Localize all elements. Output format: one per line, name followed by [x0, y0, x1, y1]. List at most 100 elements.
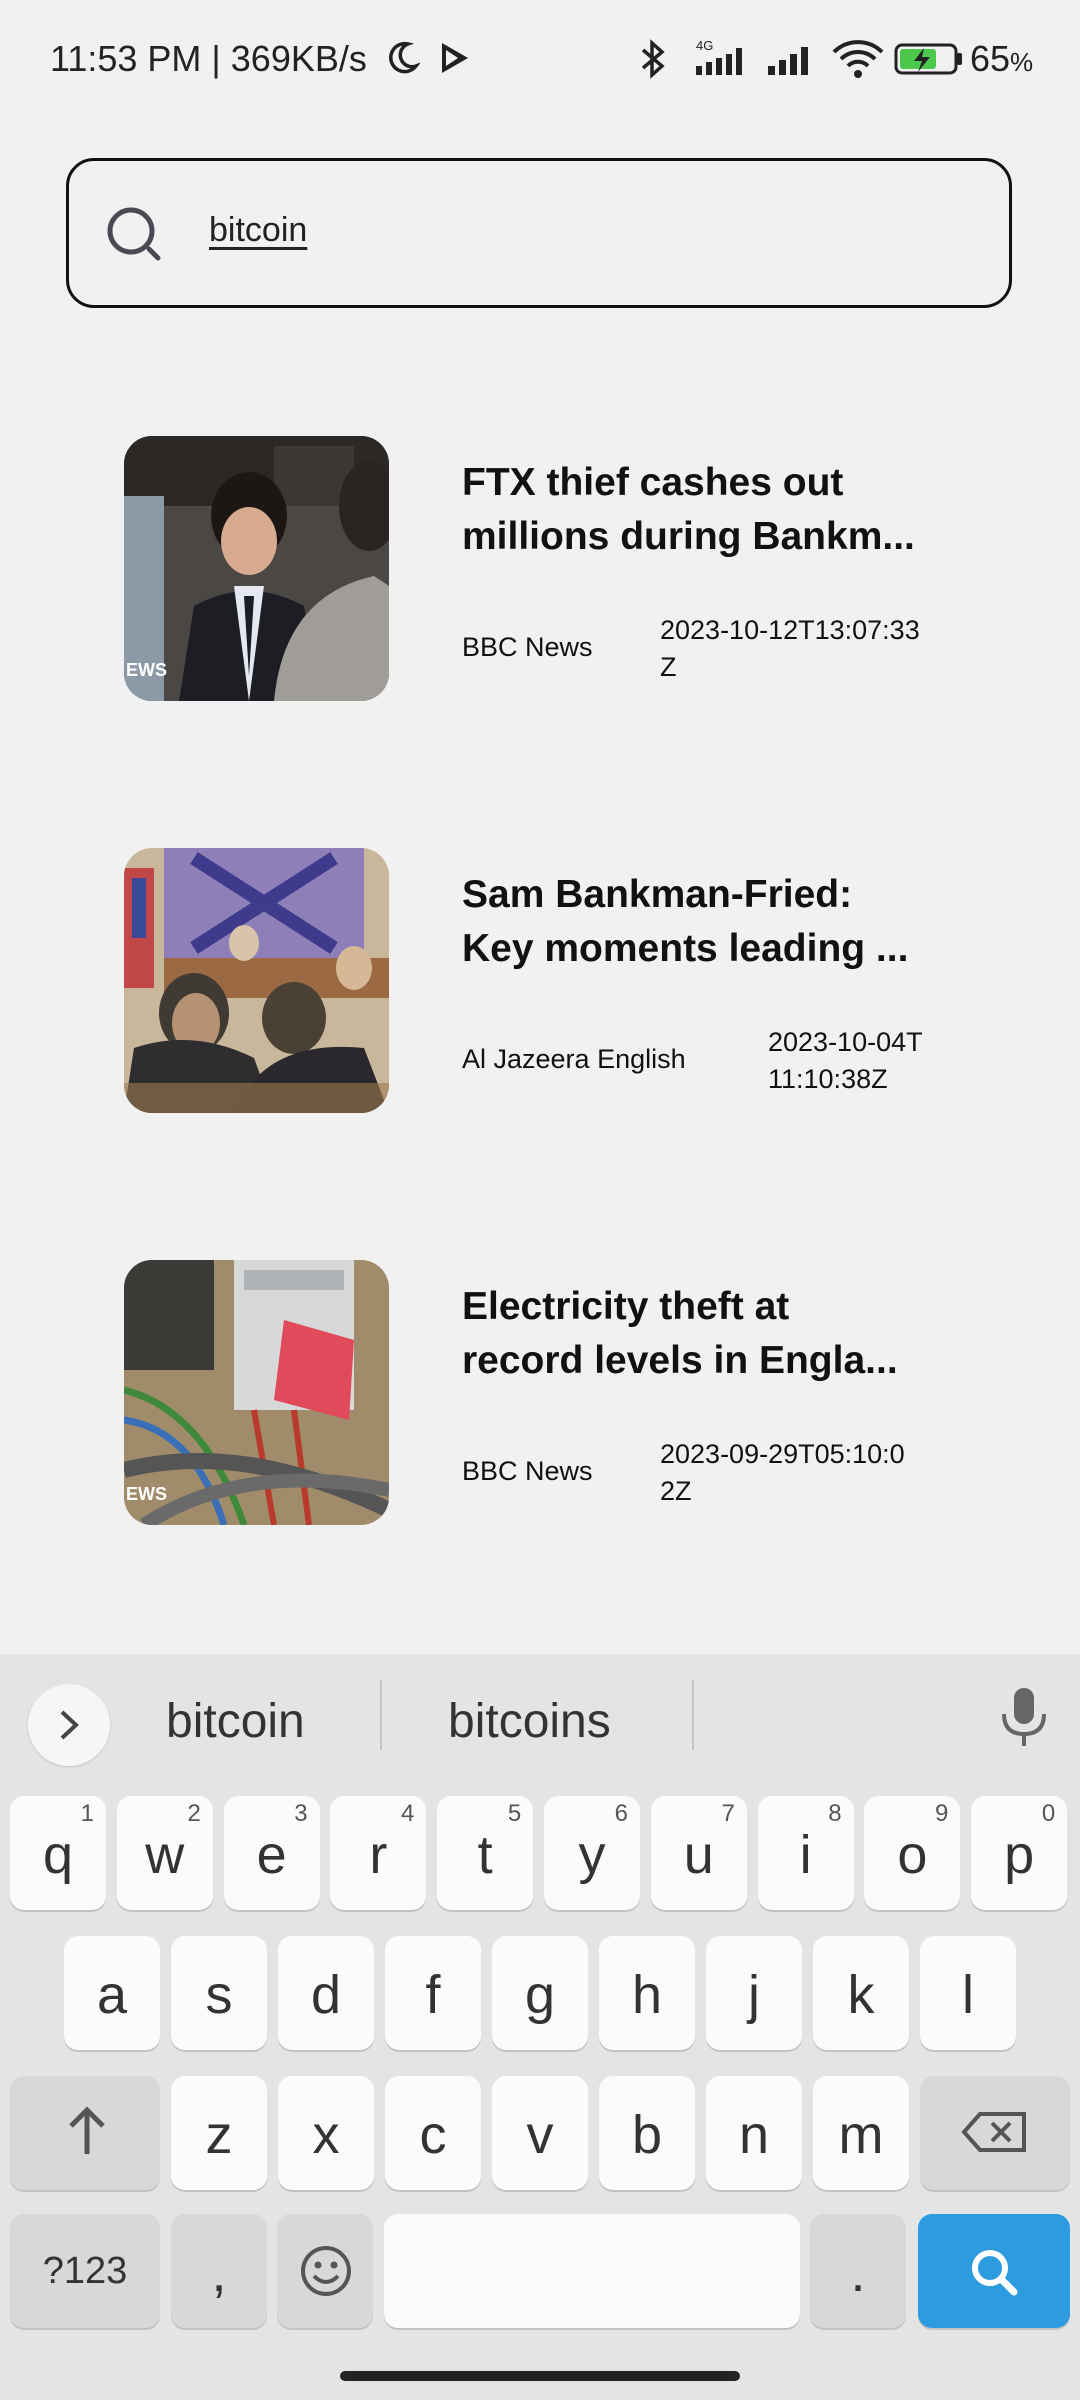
- key-a[interactable]: a: [64, 1936, 160, 2050]
- expand-toolbar-button[interactable]: [28, 1684, 110, 1766]
- key-b-label: b: [631, 2105, 663, 2165]
- article-thumbnail[interactable]: EWS: [124, 436, 389, 701]
- symbols-key[interactable]: ?123: [10, 2214, 160, 2328]
- key-v[interactable]: v: [492, 2076, 588, 2190]
- article-image: EWS: [124, 1260, 389, 1525]
- article-thumbnail[interactable]: [124, 848, 389, 1113]
- key-u[interactable]: u7: [650, 1796, 747, 1910]
- key-p-label: p: [1004, 1825, 1035, 1885]
- emoji-icon: [301, 2246, 351, 2296]
- key-g-label: g: [524, 1965, 556, 2025]
- thumb-watermark: EWS: [126, 1484, 167, 1504]
- key-v-label: v: [526, 2105, 554, 2165]
- shift-icon: [69, 2106, 105, 2154]
- article-title[interactable]: FTX thief cashes out millions during Ban…: [462, 456, 962, 564]
- key-o[interactable]: o9: [864, 1796, 961, 1910]
- article-source: BBC News: [462, 632, 593, 662]
- news-card[interactable]: Sam Bankman-Fried: Key moments leading .…: [124, 848, 964, 1113]
- key-r[interactable]: r4: [330, 1796, 427, 1910]
- key-w-label: w: [145, 1825, 185, 1885]
- article-date: 2023-09-29T05:10:0 2Z: [660, 1439, 905, 1506]
- key-m[interactable]: m: [813, 2076, 909, 2190]
- article-source: BBC News: [462, 1456, 593, 1486]
- key-i-label: i: [799, 1825, 812, 1885]
- article-image: EWS: [124, 436, 389, 701]
- comma-key[interactable]: ,: [171, 2214, 267, 2328]
- key-c-label: c: [419, 2105, 447, 2165]
- key-l-label: l: [962, 1965, 974, 2025]
- key-p-hint: 0: [1041, 1800, 1056, 1827]
- key-x-label: x: [312, 2105, 340, 2165]
- key-z-label: z: [205, 2105, 233, 2165]
- key-j[interactable]: j: [706, 1936, 802, 2050]
- key-k[interactable]: k: [813, 1936, 909, 2050]
- news-card[interactable]: EWS FTX thief cashes out millions during…: [124, 436, 964, 701]
- microphone-icon[interactable]: [996, 1684, 1052, 1748]
- key-q-label: q: [42, 1825, 74, 1885]
- key-e[interactable]: e3: [223, 1796, 320, 1910]
- keyboard: bitcoin bitcoins q1w2e3r4t5y6u7i8o9p0asd…: [0, 1654, 1080, 2400]
- key-t-label: t: [477, 1825, 493, 1885]
- key-w[interactable]: w2: [116, 1796, 213, 1910]
- symbols-key-label: ?123: [42, 2250, 128, 2292]
- space-key[interactable]: [384, 2214, 800, 2328]
- comma-key-label: ,: [211, 2243, 227, 2303]
- battery-percent: 65%: [970, 38, 1034, 79]
- article-date: 2023-10-04T 11:10:38Z: [768, 1027, 923, 1094]
- key-y-label: y: [578, 1825, 606, 1885]
- article-title[interactable]: Electricity theft at record levels in En…: [462, 1280, 962, 1388]
- key-o-label: o: [897, 1825, 928, 1885]
- thumb-watermark: EWS: [126, 660, 167, 680]
- article-source: Al Jazeera English: [462, 1044, 686, 1074]
- search-icon: [972, 2250, 1018, 2296]
- article-date: 2023-10-12T13:07:33 Z: [660, 615, 920, 682]
- key-c[interactable]: c: [385, 2076, 481, 2190]
- battery-icon: [894, 43, 962, 75]
- chevron-right-icon: [60, 1710, 79, 1740]
- key-f[interactable]: f: [385, 1936, 481, 2050]
- suggestion-1[interactable]: bitcoin: [166, 1694, 305, 1749]
- wifi-icon: [832, 40, 884, 78]
- key-r-hint: 4: [401, 1800, 415, 1827]
- key-y[interactable]: y6: [544, 1796, 640, 1910]
- key-t-hint: 5: [507, 1800, 522, 1827]
- search-submit-key[interactable]: [918, 2214, 1070, 2328]
- signal-bars-icon: [768, 47, 808, 75]
- backspace-key[interactable]: [920, 2076, 1070, 2190]
- article-thumbnail[interactable]: EWS: [124, 1260, 389, 1525]
- key-l[interactable]: l: [920, 1936, 1016, 2050]
- emoji-key[interactable]: [277, 2214, 373, 2328]
- key-g[interactable]: g: [492, 1936, 588, 2050]
- key-n[interactable]: n: [706, 2076, 802, 2190]
- key-t[interactable]: t5: [437, 1796, 534, 1910]
- key-p[interactable]: p0: [971, 1796, 1068, 1910]
- status-bar: 11:53 PM | 369KB/s 4G 65%: [0, 0, 1080, 120]
- bluetooth-icon: [641, 39, 665, 79]
- search-bar[interactable]: bitcoin: [66, 158, 1012, 308]
- key-w-hint: 2: [187, 1800, 201, 1827]
- key-m-label: m: [838, 2105, 884, 2165]
- key-d[interactable]: d: [278, 1936, 374, 2050]
- key-a-label: a: [96, 1965, 128, 2025]
- suggestion-2[interactable]: bitcoins: [448, 1694, 611, 1749]
- key-i[interactable]: i8: [757, 1796, 854, 1910]
- shift-key[interactable]: [10, 2076, 160, 2190]
- key-h[interactable]: h: [599, 1936, 695, 2050]
- article-image: [124, 848, 389, 1113]
- news-card[interactable]: EWS Electricity theft at record levels i…: [124, 1260, 964, 1525]
- key-s[interactable]: s: [171, 1936, 267, 2050]
- period-key[interactable]: .: [810, 2214, 906, 2328]
- key-u-hint: 7: [721, 1800, 735, 1827]
- key-b[interactable]: b: [599, 2076, 695, 2190]
- key-z[interactable]: z: [171, 2076, 267, 2190]
- moon-icon: [389, 41, 420, 74]
- key-x[interactable]: x: [278, 2076, 374, 2190]
- home-indicator[interactable]: [340, 2371, 740, 2381]
- key-q[interactable]: q1: [10, 1796, 106, 1910]
- suggestion-divider: [380, 1680, 382, 1750]
- search-input[interactable]: bitcoin: [209, 211, 307, 250]
- article-title[interactable]: Sam Bankman-Fried: Key moments leading .…: [462, 868, 962, 976]
- key-s-label: s: [205, 1965, 233, 2025]
- period-key-label: .: [850, 2243, 866, 2303]
- search-icon: [107, 207, 161, 261]
